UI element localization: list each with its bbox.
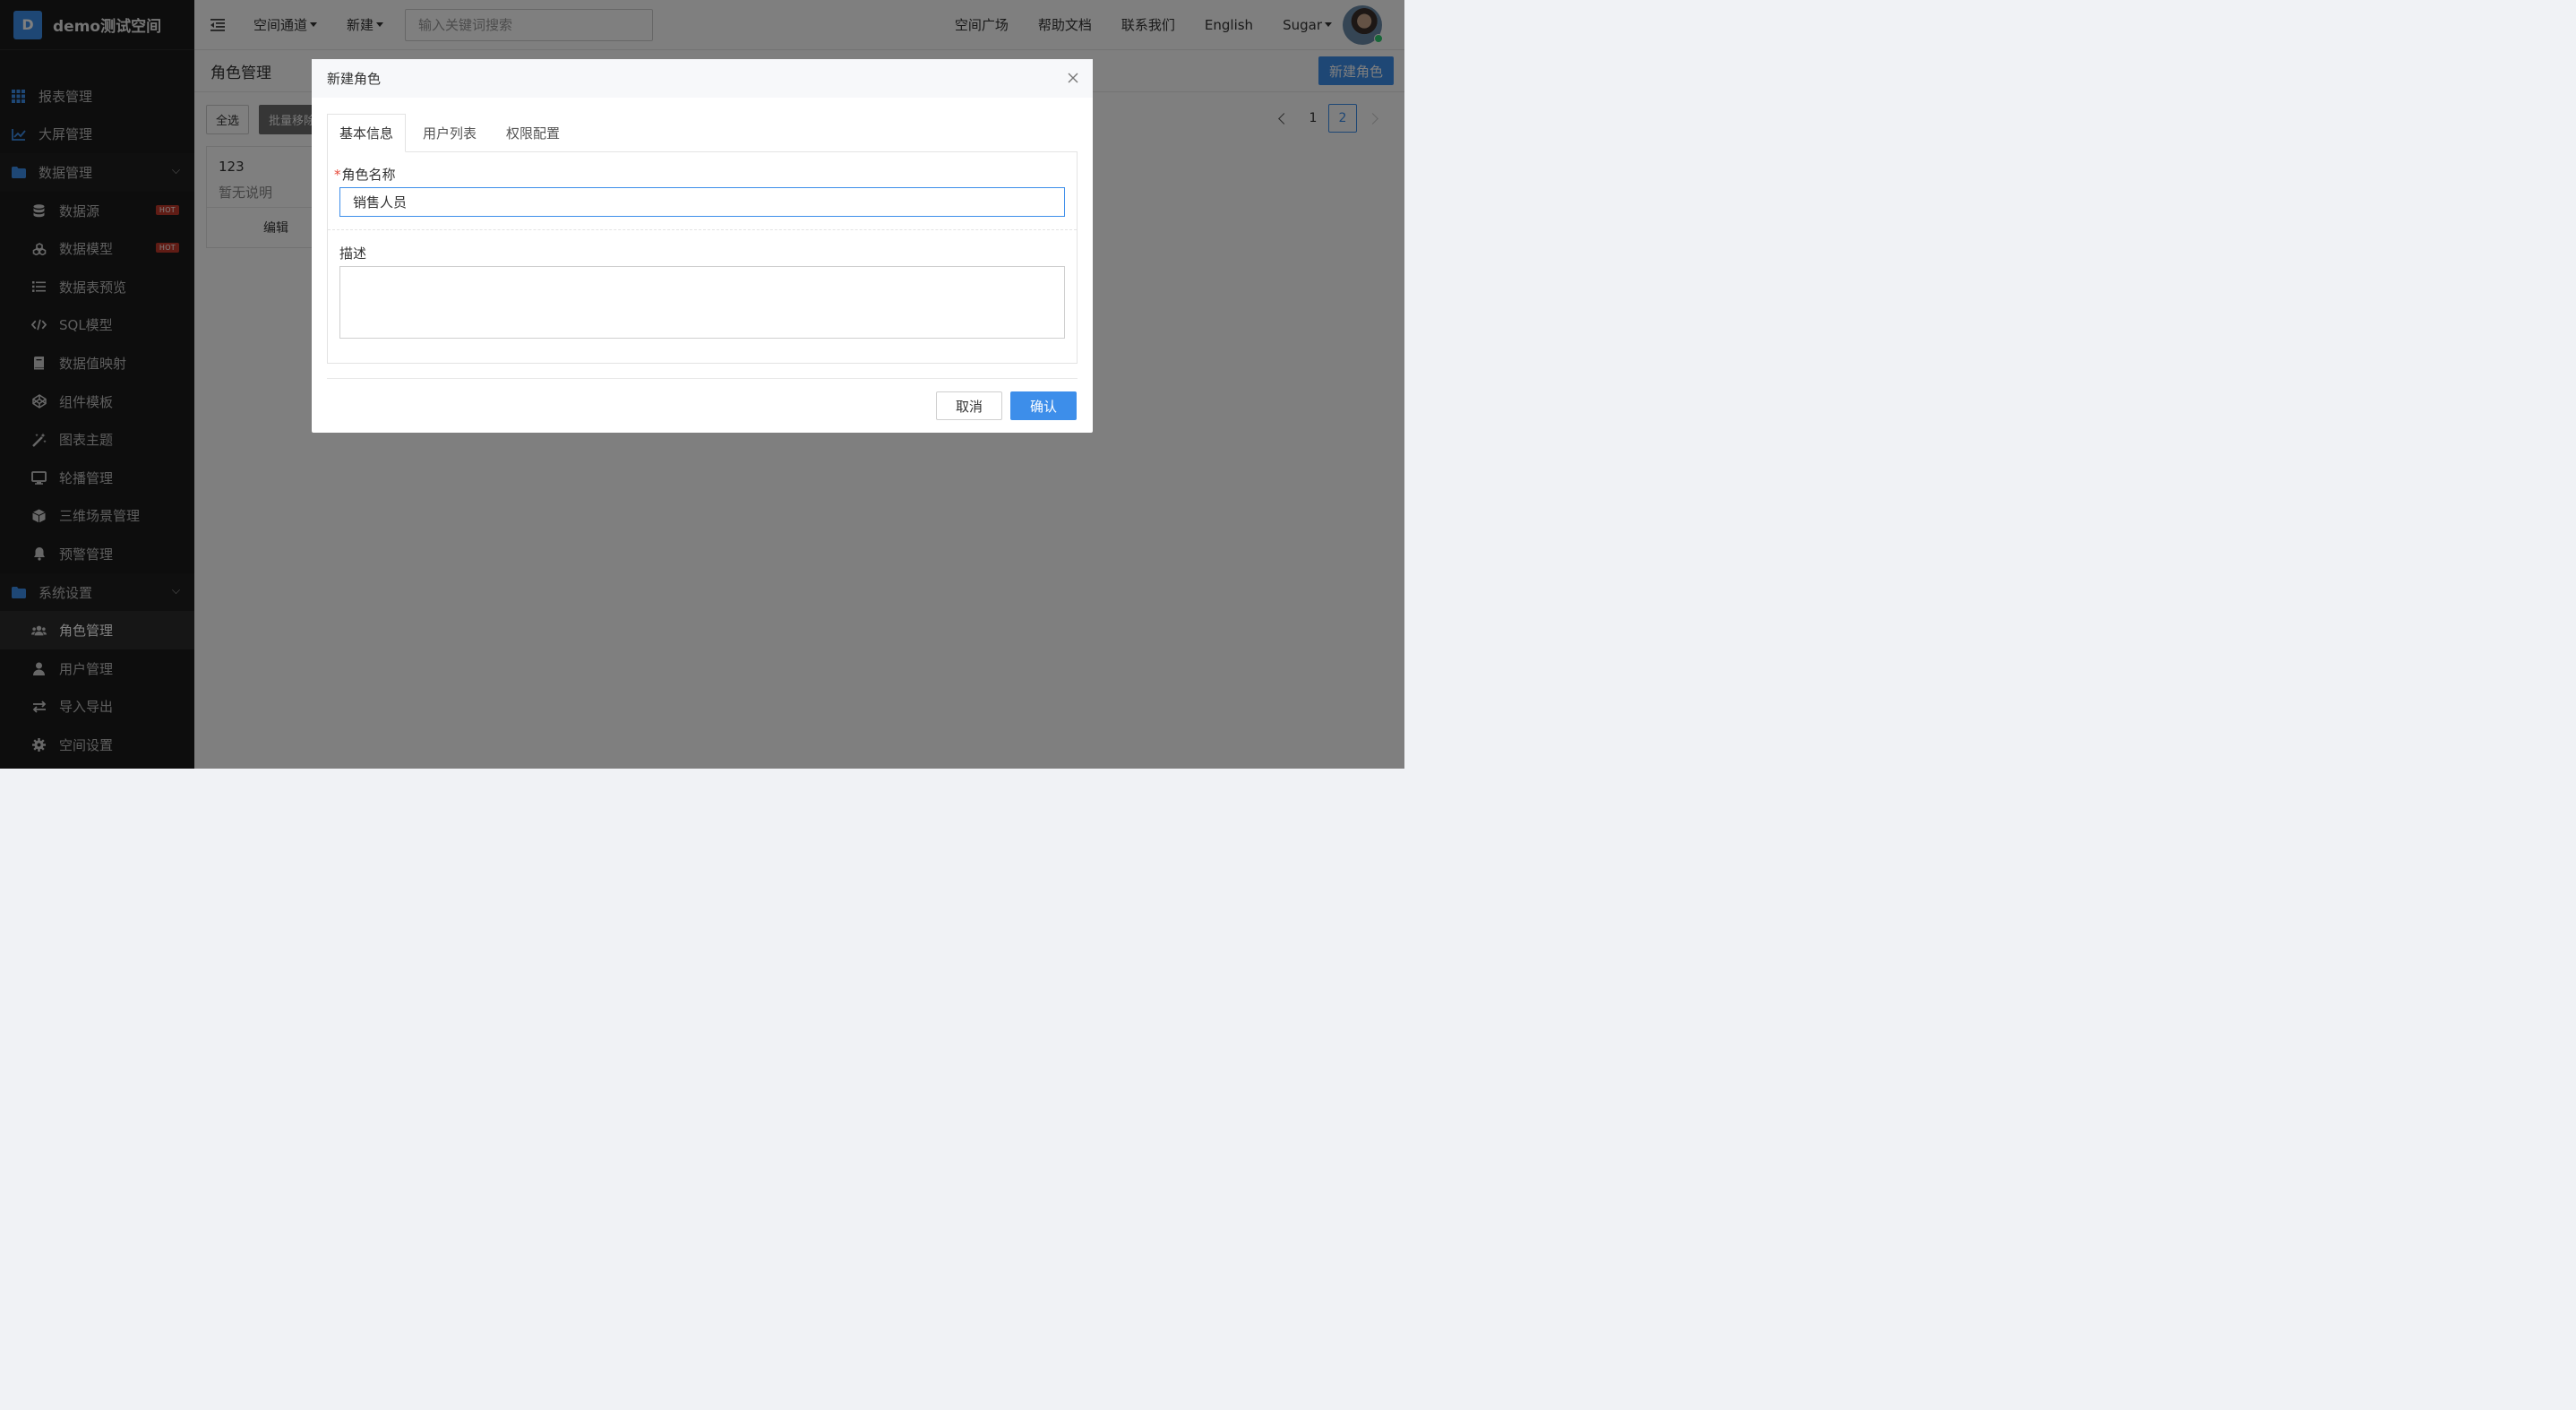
cancel-button[interactable]: 取消: [936, 391, 1002, 420]
confirm-button[interactable]: 确认: [1010, 391, 1077, 420]
modal-tabs: 基本信息 用户列表 权限配置: [327, 114, 1078, 152]
form-divider: [328, 229, 1077, 230]
role-name-label: *角色名称: [334, 165, 396, 184]
modal-footer-divider: [327, 378, 1078, 379]
required-mark: *: [334, 167, 341, 183]
tab-basic-info[interactable]: 基本信息: [327, 114, 407, 152]
role-name-label-text: 角色名称: [341, 167, 396, 183]
description-label: 描述: [339, 245, 367, 262]
description-textarea[interactable]: [339, 266, 1065, 339]
tab-permissions[interactable]: 权限配置: [506, 114, 560, 151]
modal-header: 新建角色: [312, 59, 1093, 98]
role-name-input[interactable]: [339, 187, 1065, 217]
modal-title: 新建角色: [327, 71, 382, 87]
close-icon[interactable]: [1066, 71, 1080, 85]
tab-user-list[interactable]: 用户列表: [423, 114, 477, 151]
basic-info-panel: *角色名称 描述: [327, 151, 1078, 364]
new-role-modal: 新建角色 基本信息 用户列表 权限配置 *角色名称 描述 取消 确认: [312, 59, 1093, 433]
